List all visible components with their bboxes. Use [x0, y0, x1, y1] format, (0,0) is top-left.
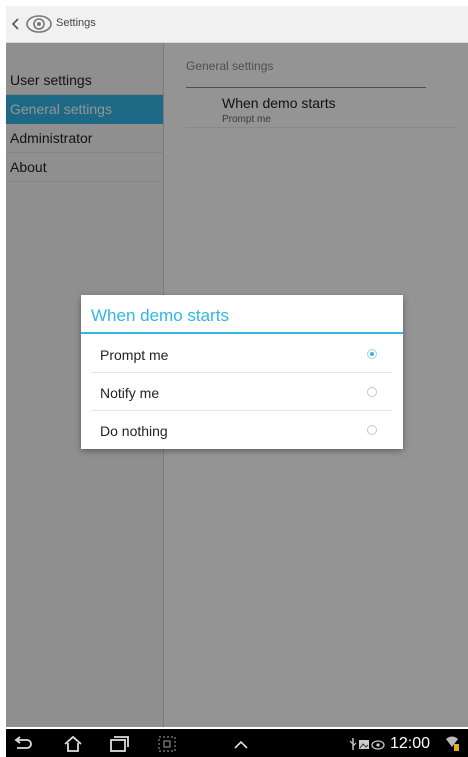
app-title: Settings	[56, 17, 96, 29]
radio-checked-icon[interactable]	[367, 349, 377, 359]
option-notify-me[interactable]: Notify me	[91, 373, 393, 411]
home-icon[interactable]	[62, 735, 84, 753]
image-icon	[359, 740, 369, 749]
eye-icon	[371, 740, 385, 750]
option-label: Do nothing	[100, 423, 168, 439]
back-chevron-icon[interactable]	[10, 16, 22, 32]
clock: 12:00	[390, 735, 431, 752]
signal-icon	[446, 736, 459, 751]
dialog-title: When demo starts	[91, 306, 229, 325]
back-icon[interactable]	[12, 735, 34, 753]
recent-apps-icon[interactable]	[108, 735, 130, 753]
dialog-title-divider	[81, 332, 403, 334]
option-label: Notify me	[100, 385, 160, 401]
radio-unchecked-icon[interactable]	[367, 425, 377, 435]
screen: Settings User settings General settings …	[6, 6, 468, 757]
screenshot-icon[interactable]	[156, 735, 178, 753]
up-chevron-icon[interactable]	[230, 735, 252, 753]
option-do-nothing[interactable]: Do nothing	[91, 411, 393, 449]
when-demo-starts-dialog: When demo starts Prompt me Notify me Do …	[81, 295, 403, 449]
action-bar: Settings	[6, 6, 468, 43]
usb-icon	[349, 738, 357, 750]
eye-logo-icon[interactable]	[24, 12, 54, 36]
radio-unchecked-icon[interactable]	[367, 387, 377, 397]
status-icons	[349, 738, 385, 750]
option-label: Prompt me	[100, 347, 169, 363]
option-prompt-me[interactable]: Prompt me	[91, 335, 393, 373]
system-navigation-bar: 12:00	[6, 729, 468, 757]
